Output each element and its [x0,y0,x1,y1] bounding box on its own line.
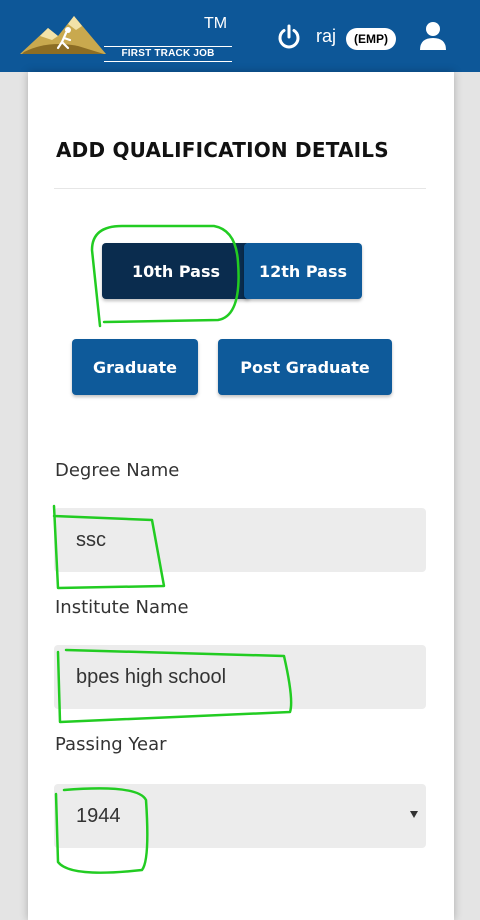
app-logo[interactable]: TM FIRST TRACK JOB [18,10,232,66]
passing-year-label: Passing Year [55,734,167,755]
qualification-post-graduate-button[interactable]: Post Graduate [218,339,392,395]
role-badge: (EMP) [346,28,396,50]
degree-name-input[interactable]: ssc [54,508,426,572]
page-title: ADD QUALIFICATION DETAILS [56,138,389,162]
qualification-12th-pass-button[interactable]: 12th Pass [244,243,362,299]
profile-button[interactable] [418,20,448,52]
caret-down-icon [410,811,418,818]
user-name: raj [316,26,337,46]
brand-name: FIRST TRACK JOB [104,46,232,62]
qualification-card: ADD QUALIFICATION DETAILS 10th Pass 12th… [28,72,454,920]
qualification-10th-pass-button[interactable]: 10th Pass [102,243,250,299]
passing-year-select[interactable]: 1944 [54,784,426,848]
app-header: TM FIRST TRACK JOB raj (EMP) [0,0,480,72]
degree-name-label: Degree Name [55,460,180,481]
logout-button[interactable] [276,24,302,50]
user-icon [420,22,446,50]
power-icon [278,24,300,49]
title-divider [54,188,426,189]
institute-name-label: Institute Name [55,597,189,618]
institute-name-input[interactable]: bpes high school [54,645,426,709]
trademark-label: TM [204,15,228,32]
passing-year-value: 1944 [76,805,121,827]
qualification-graduate-button[interactable]: Graduate [72,339,198,395]
mountain-logo-icon [20,16,106,54]
